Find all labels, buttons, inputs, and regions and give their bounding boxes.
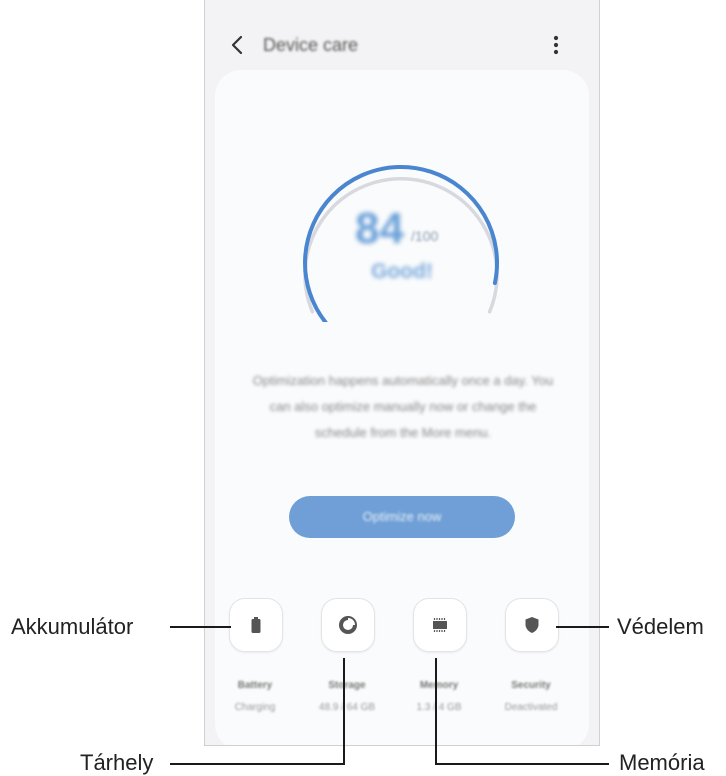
callout-security: Védelem [617, 614, 704, 639]
page-title: Device care [263, 35, 359, 55]
memory-chip-icon [433, 618, 447, 632]
feature-tiles: Battery Charging Storage 48.9 / 64 GB Me… [205, 598, 599, 718]
memory-tile-icon-box [413, 598, 467, 652]
battery-status: Charging [234, 702, 276, 713]
battery-tile-icon-box [229, 598, 283, 652]
storage-tile-icon-box [321, 598, 375, 652]
battery-label: Battery [237, 680, 273, 691]
storage-tile[interactable]: Storage 48.9 / 64 GB [301, 598, 393, 718]
security-tile-icon-box [505, 598, 559, 652]
optimize-now-label: Optimize now [362, 509, 442, 524]
storage-status: 48.9 / 64 GB [318, 702, 376, 713]
security-label: Security [511, 680, 551, 691]
battery-tile[interactable]: Battery Charging [209, 598, 301, 718]
memory-label: Memory [419, 680, 459, 691]
phone-screen: Device care 84 /100 Good! Optimization h… [204, 0, 600, 746]
score-value: 84 [355, 204, 404, 253]
app-bar: Device care [205, 22, 599, 68]
storage-pie-icon [339, 616, 357, 634]
security-status: Deactivated [504, 702, 558, 713]
score-max: /100 [411, 228, 439, 244]
battery-icon [251, 617, 261, 633]
callout-battery: Akkumulátor [11, 614, 134, 639]
more-vertical-icon [553, 35, 559, 55]
score-status: Good! [371, 260, 433, 283]
chevron-left-icon [231, 35, 243, 55]
shield-icon [525, 617, 539, 633]
storage-label: Storage [328, 680, 366, 691]
more-options-button[interactable] [549, 33, 563, 57]
memory-status: 1.3 / 4 GB [416, 702, 462, 713]
description-text: Optimization happens automatically once … [252, 373, 554, 440]
back-button[interactable] [225, 32, 251, 58]
callout-storage: Tárhely [80, 750, 154, 775]
memory-tile[interactable]: Memory 1.3 / 4 GB [393, 598, 485, 718]
security-tile[interactable]: Security Deactivated [485, 598, 577, 718]
callout-memory: Memória [619, 750, 705, 775]
optimize-now-button[interactable]: Optimize now [289, 496, 515, 538]
